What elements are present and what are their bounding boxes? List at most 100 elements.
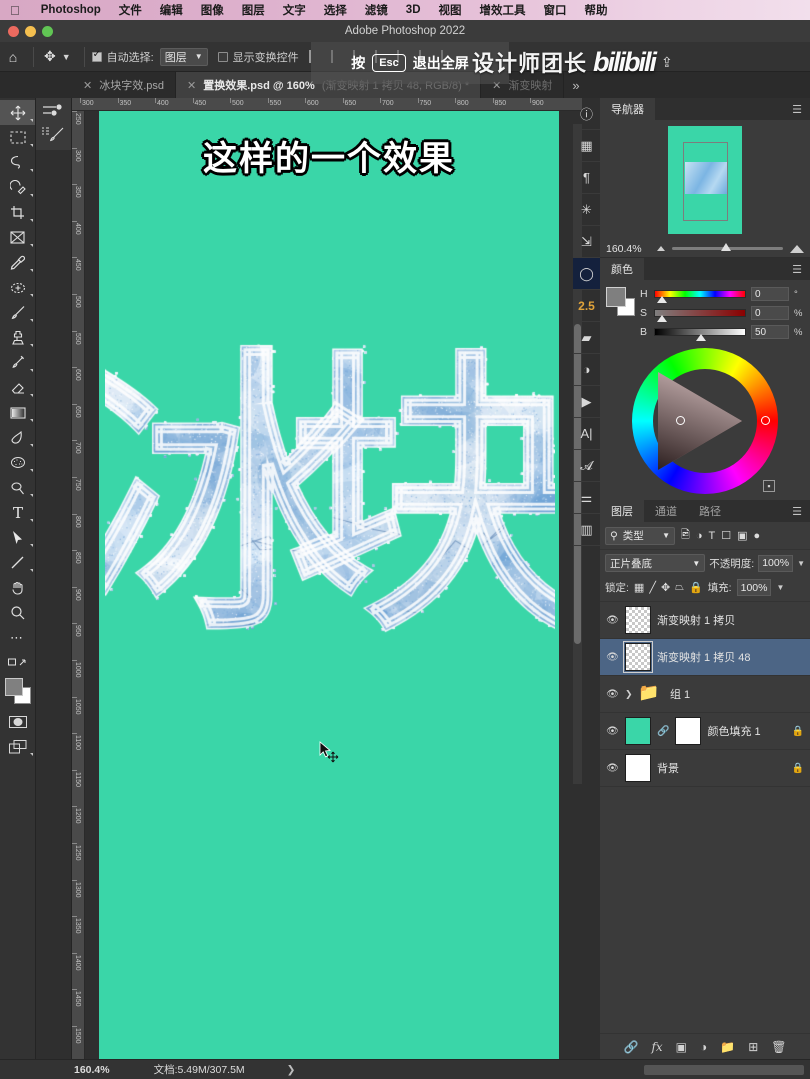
document-tab-1[interactable]: ✕ 冰块字效.psd bbox=[72, 72, 177, 98]
layer-thumbnail[interactable] bbox=[625, 606, 651, 634]
filter-toggle-icon[interactable]: ● bbox=[754, 530, 761, 542]
blur-tool-icon[interactable] bbox=[0, 425, 35, 450]
marquee-tool-icon[interactable] bbox=[0, 125, 35, 150]
layer-row[interactable]: 👁 背景 🔒 bbox=[600, 750, 810, 787]
home-icon[interactable]: ⌂ bbox=[0, 49, 26, 65]
ramp-thumb[interactable] bbox=[695, 334, 706, 341]
navigator-preview[interactable] bbox=[600, 120, 810, 240]
history-brush-tool-icon[interactable] bbox=[0, 350, 35, 375]
menu-plugins[interactable]: 增效工具 bbox=[471, 2, 535, 18]
layer-row[interactable]: 👁 渐变映射 1 拷贝 48 bbox=[600, 639, 810, 676]
canvas-viewport[interactable]: 这样的一个效果 bbox=[85, 111, 582, 1059]
smart-object-filter-icon[interactable]: ▣ bbox=[737, 529, 747, 542]
lock-artboard-icon[interactable]: ⏢ bbox=[675, 581, 684, 594]
frame-tool-icon[interactable] bbox=[0, 225, 35, 250]
quick-mask-icon[interactable] bbox=[0, 709, 35, 734]
dodge-tool-icon[interactable] bbox=[0, 475, 35, 500]
layers-3d-icon[interactable]: ▰ bbox=[573, 322, 600, 354]
layer-visibility-icon[interactable]: 👁 bbox=[606, 615, 619, 626]
layer-mask-thumbnail[interactable] bbox=[675, 717, 702, 745]
tool-preset-chevron-icon[interactable]: ▼ bbox=[59, 52, 77, 62]
lock-transparent-icon[interactable]: ▦ bbox=[634, 581, 644, 594]
zoom-out-icon[interactable] bbox=[657, 246, 665, 251]
vertical-ruler[interactable]: 250 300 350 400 450 500 550 600 650 700 750 800 850 9… bbox=[72, 111, 85, 1059]
layer-thumbnail[interactable] bbox=[625, 717, 651, 745]
color-swatches[interactable] bbox=[0, 675, 35, 709]
zoom-in-icon[interactable] bbox=[790, 244, 804, 253]
menu-image[interactable]: 图像 bbox=[192, 2, 233, 18]
layer-visibility-icon[interactable]: 👁 bbox=[606, 726, 619, 737]
history-circle-icon[interactable]: ◯ bbox=[573, 258, 600, 290]
color-wheel[interactable]: ▪ bbox=[632, 348, 778, 494]
chevron-right-icon[interactable]: ❯ bbox=[245, 1064, 296, 1076]
layer-visibility-icon[interactable]: 👁 bbox=[606, 652, 619, 663]
channel-value-h[interactable]: 0 bbox=[751, 287, 789, 301]
image-filter-icon[interactable]: 🖻 bbox=[681, 526, 690, 545]
hue-selector-dot[interactable] bbox=[761, 416, 770, 425]
menu-file[interactable]: 文件 bbox=[110, 2, 151, 18]
chevron-down-icon[interactable]: ▼ bbox=[776, 583, 784, 592]
slider-thumb[interactable] bbox=[720, 243, 731, 251]
delete-layer-icon[interactable]: 🗑 bbox=[771, 1040, 786, 1054]
color-channel-h[interactable]: H 0 ° bbox=[640, 287, 804, 303]
shape-filter-icon[interactable]: ☐ bbox=[721, 529, 731, 542]
menu-edit[interactable]: 编辑 bbox=[151, 2, 192, 18]
new-group-icon[interactable]: 📁 bbox=[720, 1040, 735, 1054]
auto-select-checkbox[interactable] bbox=[91, 49, 102, 62]
color-channel-b[interactable]: B 50 % bbox=[640, 325, 804, 341]
info-icon[interactable]: ⓘ bbox=[573, 98, 600, 130]
navigator-view-box[interactable] bbox=[683, 142, 728, 221]
line-tool-icon[interactable] bbox=[0, 550, 35, 575]
brightness-ramp[interactable] bbox=[654, 328, 746, 341]
adjustment-layer-icon[interactable]: ◑ bbox=[700, 1040, 707, 1054]
lock-all-icon[interactable]: 🔒 bbox=[689, 581, 703, 594]
crop-tool-icon[interactable] bbox=[0, 200, 35, 225]
panel-menu-icon[interactable]: ☰ bbox=[784, 258, 810, 280]
chevron-down-icon[interactable]: ▼ bbox=[797, 559, 805, 568]
add-swatch-icon[interactable]: ▪ bbox=[763, 480, 775, 492]
saturation-ramp[interactable] bbox=[654, 309, 746, 322]
fx-icon[interactable]: fx bbox=[651, 1040, 662, 1054]
menu-view[interactable]: 视图 bbox=[430, 2, 471, 18]
foreground-color-swatch[interactable] bbox=[5, 678, 23, 696]
lock-image-icon[interactable]: ╱ bbox=[649, 581, 656, 594]
link-layers-icon[interactable]: 🔗 bbox=[623, 1040, 638, 1054]
layer-row[interactable]: 👁 ❯ 📁 组 1 bbox=[600, 676, 810, 713]
tab-paths[interactable]: 路径 bbox=[688, 500, 732, 522]
triangle-selector-dot[interactable] bbox=[676, 416, 685, 425]
chevron-double-right-icon[interactable]: » bbox=[564, 72, 587, 98]
tab-navigator[interactable]: 导航器 bbox=[600, 98, 655, 120]
screen-mode-icon[interactable] bbox=[0, 734, 35, 759]
play-icon[interactable]: ▶ bbox=[573, 386, 600, 418]
apple-icon[interactable]:  bbox=[0, 3, 32, 18]
eyedropper-tool-icon[interactable] bbox=[0, 250, 35, 275]
path-selection-tool-icon[interactable] bbox=[0, 525, 35, 550]
eraser-tool-icon[interactable] bbox=[0, 375, 35, 400]
color-panel-swatches[interactable] bbox=[606, 287, 636, 317]
ramp-thumb[interactable] bbox=[656, 315, 667, 322]
blend-mode-dropdown[interactable]: 正片叠底 ▼ bbox=[605, 554, 706, 572]
tab-color[interactable]: 颜色 bbox=[600, 258, 644, 280]
navigator-zoom-value[interactable]: 160.4% bbox=[606, 243, 650, 255]
move-tool-icon[interactable] bbox=[0, 100, 35, 125]
add-mask-icon[interactable]: ▣ bbox=[676, 1040, 687, 1054]
version-number[interactable]: 2.5 bbox=[573, 290, 600, 322]
layer-row[interactable]: 👁 🔗 颜色填充 1 🔒 bbox=[600, 713, 810, 750]
type-tool-icon[interactable]: T bbox=[0, 500, 35, 525]
character-icon[interactable]: A| bbox=[573, 418, 600, 450]
healing-brush-tool-icon[interactable] bbox=[0, 275, 35, 300]
menu-type[interactable]: 文字 bbox=[274, 2, 315, 18]
more-tools-icon[interactable]: ⋯ bbox=[0, 625, 35, 650]
adjustment-filter-icon[interactable]: ◑ bbox=[696, 530, 703, 542]
horizontal-ruler[interactable]: 300 350 400 450 500 550 600 650 700 750 800 850 900 bbox=[72, 98, 582, 111]
brush-tool-icon[interactable] bbox=[0, 300, 35, 325]
clone-stamp-tool-icon[interactable] bbox=[0, 325, 35, 350]
menu-help[interactable]: 帮助 bbox=[576, 2, 617, 18]
tab-layers[interactable]: 图层 bbox=[600, 500, 644, 522]
object-select-tool-icon[interactable] bbox=[0, 175, 35, 200]
auto-select-target-dropdown[interactable]: 图层 ▼ bbox=[159, 47, 208, 66]
layer-visibility-icon[interactable]: 👁 bbox=[606, 689, 619, 700]
navigator-zoom-slider[interactable] bbox=[672, 243, 783, 251]
brush-preset-icon[interactable] bbox=[36, 120, 71, 145]
menu-3d[interactable]: 3D bbox=[397, 4, 430, 16]
